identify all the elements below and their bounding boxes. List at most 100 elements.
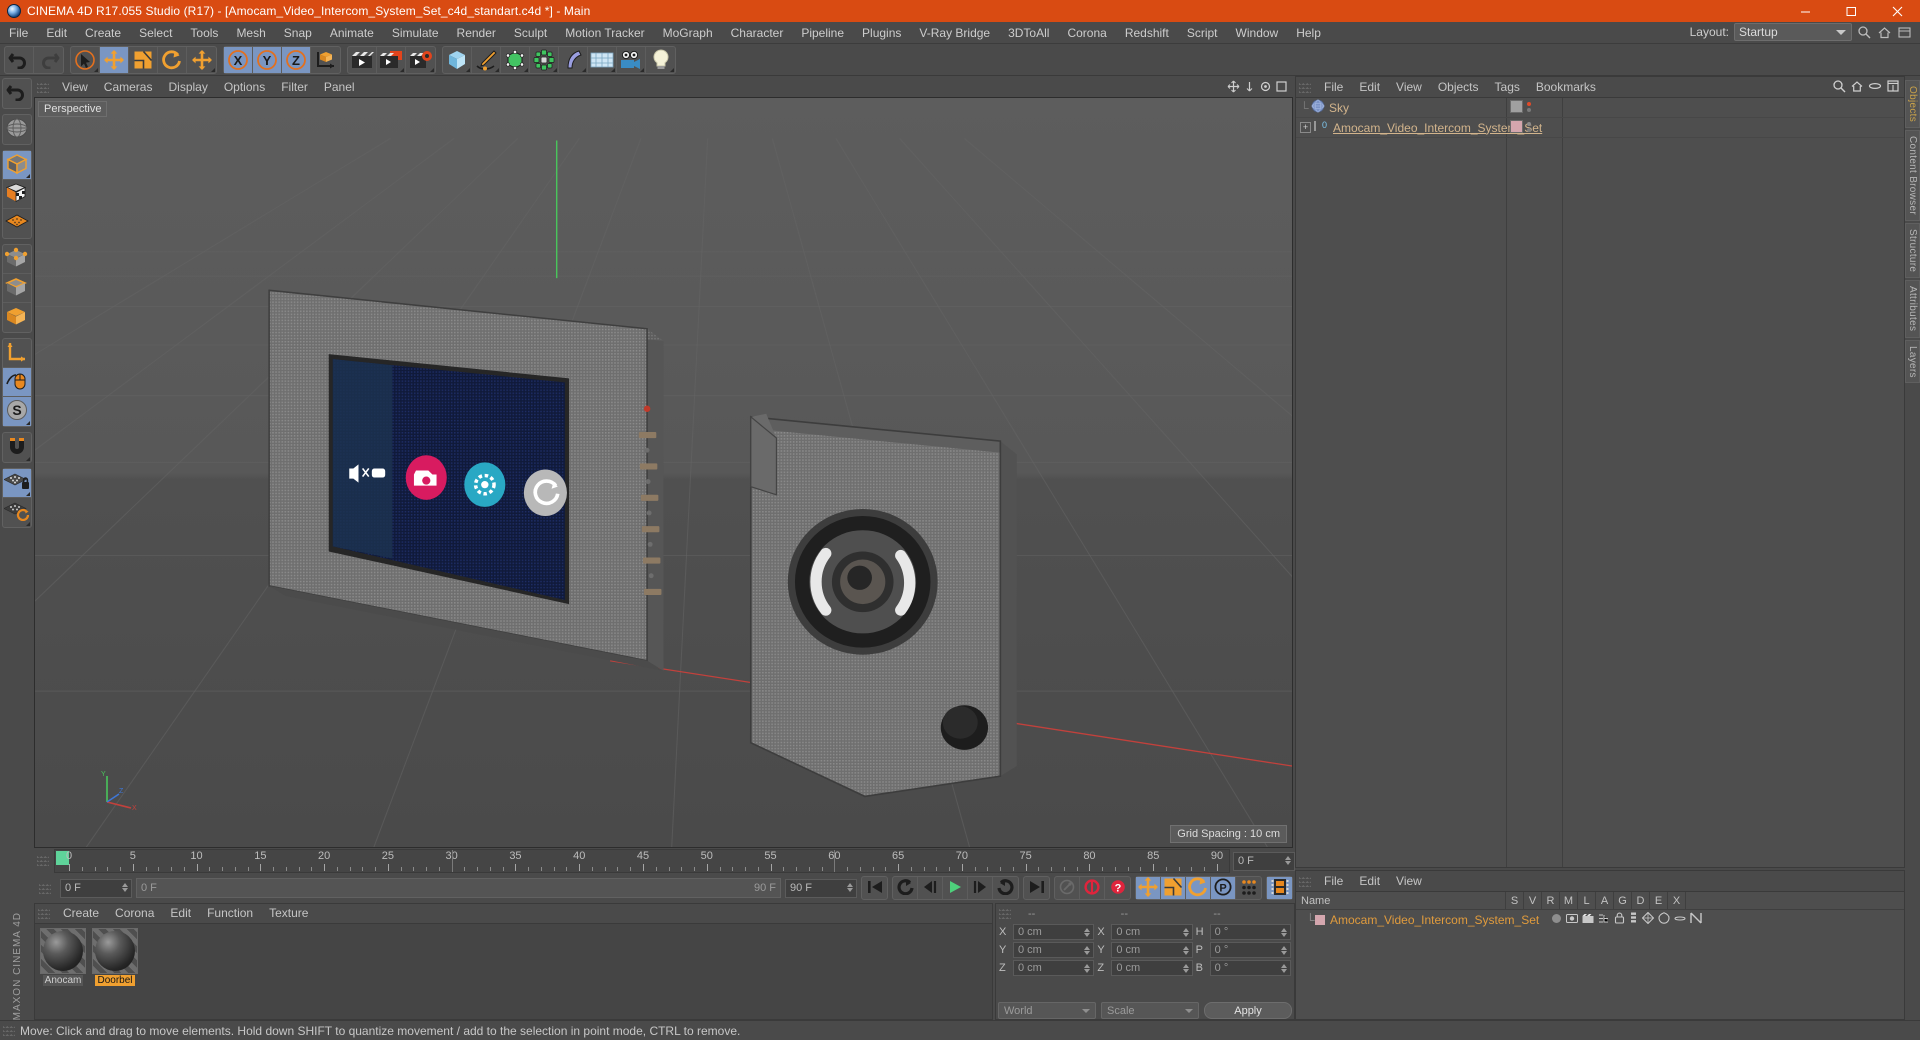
menu-select[interactable]: Select (130, 22, 181, 44)
tool-expand-corner-icon[interactable] (26, 174, 30, 178)
layer-menu-view[interactable]: View (1388, 871, 1430, 891)
coordinate-mode-dropdown[interactable]: Scale (1101, 1002, 1199, 1019)
menu-snap[interactable]: Snap (275, 22, 321, 44)
tool-expand-corner-icon[interactable] (582, 67, 586, 72)
timeline-ruler[interactable]: 051015202530354045505560657075808590 (54, 849, 1230, 873)
layout-dropdown[interactable]: Startup (1734, 23, 1852, 41)
viewport-solo-button[interactable] (3, 209, 31, 238)
add-light-button[interactable] (646, 47, 675, 73)
autokeying-button[interactable] (1055, 877, 1080, 899)
texture-mode-button[interactable] (3, 180, 31, 209)
workplane-rotate-button[interactable] (3, 498, 31, 527)
go-to-end-button[interactable] (1024, 877, 1049, 899)
make-editable-button[interactable] (3, 151, 31, 180)
menu-sculpt[interactable]: Sculpt (505, 22, 556, 44)
layout-preset-icon[interactable] (1897, 25, 1912, 40)
side-tab-attributes[interactable]: Attributes (1905, 280, 1920, 338)
manager-icon[interactable] (1598, 913, 1610, 927)
spinner-icon[interactable] (1280, 928, 1287, 937)
spinner-icon[interactable] (1084, 946, 1091, 955)
coord-position-field[interactable]: 0 cm (1013, 924, 1095, 940)
tool-expand-corner-icon[interactable] (430, 67, 434, 72)
spinner-icon[interactable] (1280, 946, 1287, 955)
layer-name[interactable]: Amocam_Video_Intercom_System_Set (1330, 913, 1539, 927)
magnet-tool-button[interactable] (3, 433, 31, 462)
search-icon[interactable] (1832, 79, 1846, 96)
current-frame-field[interactable]: 0 F (60, 878, 132, 898)
panel-grip-icon[interactable] (999, 907, 1011, 920)
menu-v-ray-bridge[interactable]: V-Ray Bridge (910, 22, 999, 44)
scale-tool[interactable] (129, 46, 158, 73)
go-to-previous-key-button[interactable] (893, 877, 918, 899)
object-menu-file[interactable]: File (1316, 77, 1351, 97)
visible-icon[interactable] (1566, 913, 1579, 927)
viewport-menu-panel[interactable]: Panel (316, 78, 363, 97)
undo-view-button[interactable] (3, 79, 31, 108)
material-item[interactable]: Anocam (39, 928, 87, 1015)
coord-rotation-field[interactable]: 0 ° (1209, 960, 1291, 976)
object-tree[interactable]: └ Sky +0 Amocam_Video_Intercom_System_Set (1296, 97, 1904, 867)
undo-button[interactable] (5, 46, 34, 73)
record-active-objects-button[interactable] (1080, 877, 1105, 899)
viewport-menu-cameras[interactable]: Cameras (96, 78, 161, 97)
step-forward-button[interactable] (968, 877, 993, 899)
spinner-icon[interactable] (847, 882, 853, 892)
add-deformer-button[interactable] (559, 46, 588, 73)
coord-rotation-field[interactable]: 0 ° (1209, 942, 1291, 958)
workplane-lock-button[interactable] (3, 469, 31, 498)
coord-size-field[interactable]: 0 cm (1111, 960, 1193, 976)
viewport-menu-options[interactable]: Options (216, 78, 273, 97)
panel-grip-icon[interactable] (38, 907, 50, 920)
edit-render-settings-button[interactable] (406, 47, 435, 73)
spinner-icon[interactable] (1084, 928, 1091, 937)
menu-pipeline[interactable]: Pipeline (792, 22, 853, 44)
material-menu-texture[interactable]: Texture (261, 904, 316, 923)
viewport-menu-view[interactable]: View (54, 78, 96, 97)
side-tab-layers[interactable]: Layers (1905, 339, 1920, 384)
coord-rotation-field[interactable]: 0 ° (1209, 924, 1291, 940)
menu-window[interactable]: Window (1227, 22, 1288, 44)
timeline-grip-icon[interactable] (37, 854, 49, 867)
generator-icon[interactable] (1641, 911, 1655, 927)
panel-grip-icon[interactable] (37, 81, 49, 94)
layer-menu-edit[interactable]: Edit (1351, 871, 1388, 891)
menu-corona[interactable]: Corona (1058, 22, 1115, 44)
timeline-window-button[interactable] (1267, 877, 1292, 899)
menu-plugins[interactable]: Plugins (853, 22, 910, 44)
menu-animate[interactable]: Animate (321, 22, 383, 44)
panel-grip-icon[interactable] (1299, 80, 1311, 94)
coord-position-field[interactable]: 0 cm (1013, 942, 1095, 958)
menu-mograph[interactable]: MoGraph (654, 22, 722, 44)
material-tag-icon[interactable] (1510, 120, 1523, 133)
object-tree-row[interactable]: └ Sky (1296, 98, 1904, 118)
tool-expand-corner-icon[interactable] (26, 457, 30, 461)
add-environment-button[interactable] (588, 46, 617, 73)
menu-simulate[interactable]: Simulate (383, 22, 448, 44)
edges-mode-button[interactable] (3, 274, 31, 303)
object-menu-bookmarks[interactable]: Bookmarks (1528, 77, 1604, 97)
ellipse-icon[interactable] (1868, 79, 1882, 96)
spinner-icon[interactable] (122, 882, 128, 892)
statusbar-grip-icon[interactable] (3, 1024, 15, 1037)
tool-expand-corner-icon[interactable] (640, 67, 644, 72)
material-menu-edit[interactable]: Edit (162, 904, 199, 923)
material-menu-create[interactable]: Create (55, 904, 107, 923)
lock-y-axis[interactable]: Y (253, 46, 282, 73)
point-level-animation-toggle[interactable] (1236, 877, 1261, 899)
menu-mesh[interactable]: Mesh (227, 22, 274, 44)
menu-3dtoall[interactable]: 3DToAll (999, 22, 1058, 44)
animation-icon[interactable] (1629, 912, 1638, 927)
material-thumbnail[interactable] (92, 928, 138, 974)
layer-menu-file[interactable]: File (1316, 871, 1351, 891)
move-tool[interactable] (100, 46, 129, 73)
spinner-icon[interactable] (1182, 928, 1189, 937)
fit-icon[interactable] (1886, 79, 1900, 96)
perspective-viewport[interactable]: Perspective Y X Z Grid Spacing: 10 cm (34, 97, 1293, 848)
sky-tag-icon[interactable] (1510, 100, 1523, 113)
maximize-button[interactable] (1828, 0, 1874, 22)
render-to-picture-viewer-button[interactable] (377, 46, 406, 73)
tool-expand-corner-icon[interactable] (26, 421, 30, 425)
menu-tools[interactable]: Tools (181, 22, 227, 44)
viewport-rotate-icon[interactable] (1259, 80, 1272, 96)
timeline-playhead[interactable] (834, 850, 836, 872)
